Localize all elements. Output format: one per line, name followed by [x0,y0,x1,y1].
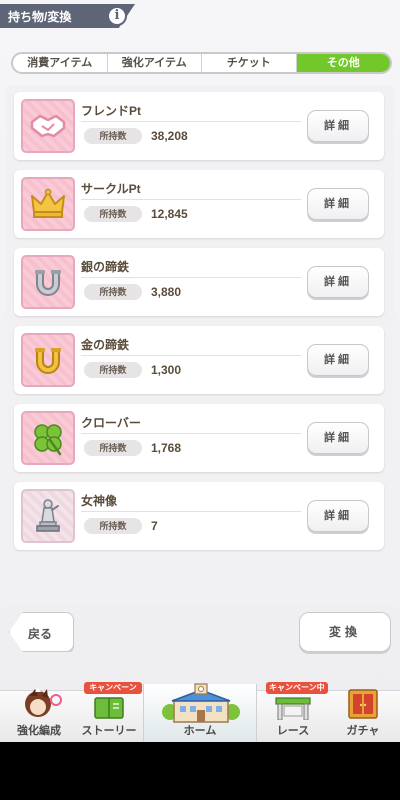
divider [81,433,301,434]
item-name: クローバー [81,416,141,430]
nav-home[interactable]: ホーム [143,683,257,742]
race-gate-icon [275,697,311,720]
count-label: 所持数 [84,362,142,378]
item-count: 38,208 [151,129,188,143]
detail-button[interactable]: 詳細 [307,188,369,220]
tab-tickets[interactable]: チケット [202,54,297,72]
list-item: 銀の蹄鉄 所持数 3,880 詳細 [14,248,384,316]
detail-button[interactable]: 詳細 [307,110,369,142]
divider [81,277,301,278]
item-count: 1,768 [151,441,182,455]
campaign-badge: キャンペーン中 [266,682,328,694]
goddess-statue-icon [21,489,75,543]
clover-icon [21,411,75,465]
divider [81,121,301,122]
item-name: 女神像 [81,494,118,508]
count-label: 所持数 [84,206,142,222]
count-label: 所持数 [84,440,142,456]
character-avatar-icon [25,688,62,717]
count-label: 所持数 [84,518,142,534]
item-count: 3,880 [151,285,182,299]
nav-race[interactable]: キャンペーン中 レース [258,680,328,742]
gacha-door-icon [348,689,378,719]
nav-enhance-label: 強化編成 [17,725,61,737]
items-screen: 持ち物/変換 i 消費アイテム 強化アイテム チケット その他 フレンドPt 所… [0,0,400,742]
convert-button[interactable]: 変換 [299,612,391,652]
detail-button[interactable]: 詳細 [307,344,369,376]
count-label: 所持数 [84,284,142,300]
tab-enhance-items[interactable]: 強化アイテム [108,54,202,72]
list-item: クローバー 所持数 1,768 詳細 [14,404,384,472]
book-icon [94,697,124,719]
gold-horseshoe-icon [21,333,75,387]
info-button[interactable]: i [107,6,127,26]
bottom-nav: 強化編成 キャンペーン中 ストーリー [0,680,400,742]
school-building-icon [162,683,240,723]
nav-gacha-label: ガチャ [346,725,380,737]
crown-icon [21,177,75,231]
detail-button[interactable]: 詳細 [307,500,369,532]
list-item: フレンドPt 所持数 38,208 詳細 [14,92,384,160]
item-count: 12,845 [151,207,188,221]
page-title: 持ち物/変換 [8,10,72,24]
nav-race-label: レース [276,725,310,737]
list-item: 女神像 所持数 7 詳細 [14,482,384,550]
detail-button[interactable]: 詳細 [307,422,369,454]
list-item: サークルPt 所持数 12,845 詳細 [14,170,384,238]
category-tabs: 消費アイテム 強化アイテム チケット その他 [11,52,392,74]
back-button-label[interactable]: 戻る [28,625,52,642]
item-name: 銀の蹄鉄 [81,260,130,274]
tab-others[interactable]: その他 [296,54,390,72]
handshake-icon [21,99,75,153]
tab-consumables[interactable]: 消費アイテム [13,54,108,72]
campaign-badge: キャンペーン中 [84,682,142,704]
silver-horseshoe-icon [21,255,75,309]
list-item: 金の蹄鉄 所持数 1,300 詳細 [14,326,384,394]
nav-story[interactable]: キャンペーン中 ストーリー [76,680,142,742]
header: 持ち物/変換 i [0,0,400,34]
nav-story-label: ストーリー [81,725,137,737]
divider [81,511,301,512]
item-count: 7 [151,519,158,533]
count-label: 所持数 [84,128,142,144]
item-name: サークルPt [81,182,141,196]
nav-enhance[interactable]: 強化編成 [4,680,74,742]
divider [81,355,301,356]
nav-gacha[interactable]: ガチャ [330,680,396,742]
item-name: 金の蹄鉄 [81,338,130,352]
nav-home-label: ホーム [183,725,217,737]
divider [81,199,301,200]
item-count: 1,300 [151,363,182,377]
detail-button[interactable]: 詳細 [307,266,369,298]
item-name: フレンドPt [81,104,142,118]
